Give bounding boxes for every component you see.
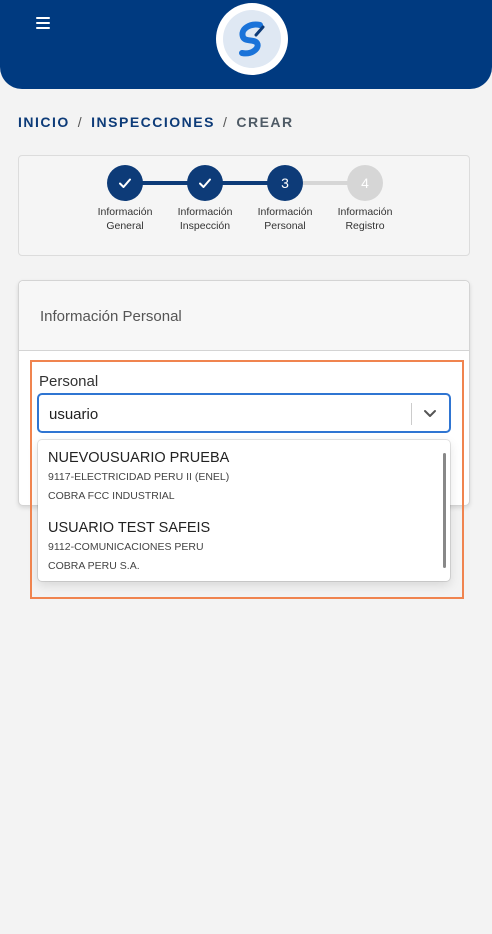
option-detail: 9117-ELECTRICIDAD PERU II (ENEL) [48,471,230,483]
breadcrumb-crear: CREAR [236,114,294,130]
dropdown-scrollbar[interactable] [443,453,446,568]
breadcrumb-separator: / [77,114,84,130]
breadcrumb: INICIO / INSPECCIONES / CREAR [18,114,294,130]
breadcrumb-inspecciones[interactable]: INSPECCIONES [91,114,215,130]
personal-select[interactable] [38,394,450,432]
check-icon [107,165,143,201]
option-detail: 9112-COMUNICACIONES PERU [48,541,204,553]
step-informacion-inspeccion[interactable]: Información Inspección [165,165,245,233]
step-label: Información Inspección [177,206,233,232]
dropdown-option[interactable]: NUEVOUSUARIO PRUEBA 9117-ELECTRICIDAD PE… [38,449,438,503]
step-number: 4 [347,165,383,201]
stepper: Información General Información Inspecci… [18,155,470,256]
personal-dropdown-menu: NUEVOUSUARIO PRUEBA 9117-ELECTRICIDAD PE… [38,440,450,581]
chevron-down-icon[interactable] [419,404,441,424]
step-informacion-personal[interactable]: 3 Información Personal [245,165,325,233]
brand-logo-icon[interactable] [216,3,288,75]
option-name: NUEVOUSUARIO PRUEBA [48,450,230,466]
check-icon [187,165,223,201]
breadcrumb-separator: / [222,114,229,130]
breadcrumb-inicio[interactable]: INICIO [18,114,70,130]
step-informacion-registro[interactable]: 4 Información Registro [325,165,405,233]
dropdown-option[interactable]: USUARIO TEST SAFEIS 9112-COMUNICACIONES … [38,519,438,573]
select-divider [411,403,412,425]
step-label: Información General [97,206,153,232]
step-number: 3 [267,165,303,201]
card-title: Información Personal [19,281,469,351]
personal-field-label: Personal [39,373,99,390]
step-label: Información Personal [257,206,313,232]
hamburger-menu-icon[interactable] [36,14,56,32]
option-company: COBRA PERU S.A. [48,560,140,572]
step-informacion-general[interactable]: Información General [85,165,165,233]
option-name: USUARIO TEST SAFEIS [48,520,211,536]
option-company: COBRA FCC INDUSTRIAL [48,490,175,502]
personal-search-input[interactable] [49,403,399,425]
step-label: Información Registro [337,206,393,232]
app-header [0,0,492,89]
